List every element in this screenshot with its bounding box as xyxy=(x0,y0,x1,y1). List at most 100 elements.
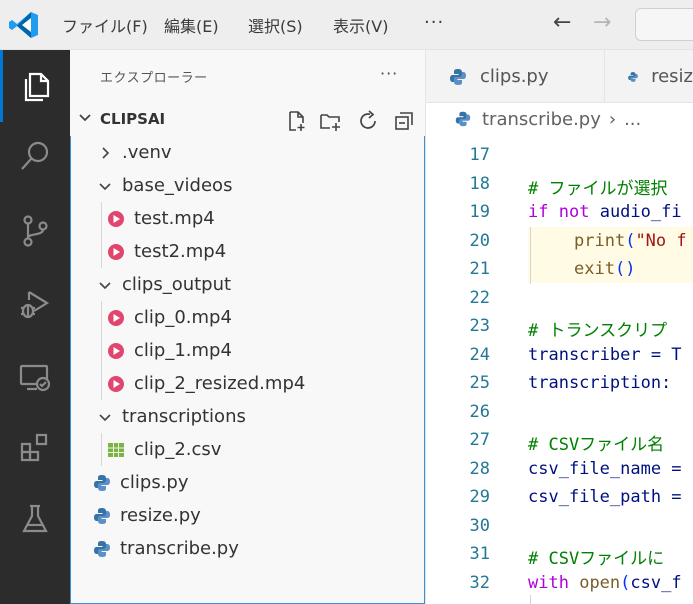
chevron-down-icon xyxy=(99,413,111,421)
activity-explorer[interactable] xyxy=(0,50,70,122)
editor-tabs: clips.py resiz xyxy=(426,50,693,103)
tab-resize-py[interactable]: resiz xyxy=(604,50,693,103)
tree-file-clip-0-mp4[interactable]: clip_0.mp4 xyxy=(70,301,426,334)
tree-file-clip-2-csv[interactable]: clip_2.csv xyxy=(70,433,426,466)
tree-file-clip-2-resized-mp4[interactable]: clip_2_resized.mp4 xyxy=(70,367,426,400)
video-file-icon xyxy=(108,243,124,260)
breadcrumb-file[interactable]: transcribe.py xyxy=(482,109,601,130)
line-number: 22 xyxy=(469,288,490,308)
activity-run-debug[interactable] xyxy=(0,268,70,340)
code-line-28: csv_file_name = xyxy=(528,459,682,479)
tree-file-clips-py[interactable]: clips.py xyxy=(70,466,426,499)
line-number: 24 xyxy=(469,345,490,365)
python-file-icon xyxy=(94,507,110,524)
menu-file[interactable]: ファイル(F) xyxy=(62,0,148,50)
activity-bar xyxy=(0,50,70,604)
code-line-27: # CSVファイル名 xyxy=(528,435,665,455)
tree-folder-base-videos[interactable]: base_videos xyxy=(70,169,426,202)
chevron-right-icon xyxy=(102,146,110,159)
tree-file-resize-py[interactable]: resize.py xyxy=(70,499,426,532)
line-number: 28 xyxy=(469,459,490,479)
python-file-icon xyxy=(94,540,110,557)
sidebar-more-button[interactable]: ··· xyxy=(380,64,398,83)
explorer-sidebar: エクスプローラー ··· CLIPSAI .venv base_videos t… xyxy=(70,50,426,604)
title-bar: ファイル(F) 編集(E) 選択(S) 表示(V) ··· ← → xyxy=(0,0,693,50)
line-number: 21 xyxy=(469,259,490,279)
breadcrumb: transcribe.py › ... xyxy=(426,103,693,135)
line-number: 25 xyxy=(469,373,490,393)
extensions-icon xyxy=(20,433,48,462)
video-file-icon xyxy=(108,342,124,359)
tab-clips-py[interactable]: clips.py xyxy=(426,50,604,103)
line-number: 20 xyxy=(469,231,490,251)
collapse-all-icon[interactable] xyxy=(392,109,416,133)
code-editor[interactable]: 17 18 19 20 21 22 23 24 25 26 27 28 29 3… xyxy=(426,135,693,604)
chevron-down-icon xyxy=(99,281,111,289)
line-number: 30 xyxy=(469,516,490,536)
python-file-icon xyxy=(455,111,471,127)
line-number: 17 xyxy=(469,145,490,165)
code-line-32: with open(csv_f xyxy=(528,573,682,593)
line-number: 26 xyxy=(469,402,490,422)
tree-file-transcribe-py[interactable]: transcribe.py xyxy=(70,532,426,565)
file-tree: .venv base_videos test.mp4 test2.mp4 cli… xyxy=(70,136,426,604)
video-file-icon xyxy=(108,210,124,227)
code-line-18: # ファイルが選択 xyxy=(528,179,668,199)
chevron-down-icon xyxy=(79,114,91,122)
code-line-24: transcriber = T xyxy=(528,345,682,365)
breadcrumb-symbols[interactable]: ... xyxy=(624,109,641,130)
line-number: 32 xyxy=(469,573,490,593)
tree-folder-venv[interactable]: .venv xyxy=(70,136,426,169)
testing-flask-icon xyxy=(22,504,48,533)
sidebar-title: エクスプローラー xyxy=(100,71,208,86)
menu-selection[interactable]: 選択(S) xyxy=(248,0,303,50)
line-number: 19 xyxy=(469,202,490,222)
activity-source-control[interactable] xyxy=(0,195,70,267)
code-line-20: print("No f xyxy=(574,231,687,251)
tree-file-test-mp4[interactable]: test.mp4 xyxy=(70,202,426,235)
search-icon xyxy=(21,141,49,170)
vscode-logo-icon xyxy=(9,12,38,38)
code-line-19: if not audio_fi xyxy=(528,202,682,222)
tree-file-test2-mp4[interactable]: test2.mp4 xyxy=(70,235,426,268)
activity-search[interactable] xyxy=(0,120,70,192)
code-line-21: exit() xyxy=(574,259,636,279)
indent-guide xyxy=(530,595,531,604)
csv-file-icon xyxy=(108,442,124,457)
files-icon xyxy=(24,72,49,102)
code-line-29: csv_file_path = xyxy=(528,487,682,507)
source-control-icon xyxy=(23,215,48,247)
code-line-23: # トランスクリプ xyxy=(528,321,668,341)
activity-remote-explorer[interactable] xyxy=(0,340,70,412)
tree-file-clip-1-mp4[interactable]: clip_1.mp4 xyxy=(70,334,426,367)
code-line-25: transcription: xyxy=(528,373,682,393)
video-file-icon xyxy=(108,375,124,392)
indent-guide xyxy=(530,227,531,284)
nav-back-button[interactable]: ← xyxy=(553,10,571,35)
chevron-down-icon xyxy=(99,182,111,190)
remote-explorer-icon xyxy=(19,364,51,392)
project-name: CLIPSAI xyxy=(100,110,166,128)
menu-more-button[interactable]: ··· xyxy=(424,12,444,33)
command-center-search[interactable] xyxy=(635,8,693,41)
new-file-icon[interactable] xyxy=(284,109,308,133)
new-folder-icon[interactable] xyxy=(318,109,342,133)
line-number: 18 xyxy=(469,174,490,194)
refresh-icon[interactable] xyxy=(356,109,380,133)
activity-testing[interactable] xyxy=(0,483,70,555)
tree-folder-clips-output[interactable]: clips_output xyxy=(70,268,426,301)
line-number: 29 xyxy=(469,487,490,507)
nav-forward-button[interactable]: → xyxy=(593,10,611,35)
breadcrumb-separator: › xyxy=(608,108,617,130)
menu-edit[interactable]: 編集(E) xyxy=(164,0,219,50)
menu-view[interactable]: 表示(V) xyxy=(333,0,388,50)
python-file-icon xyxy=(94,474,110,491)
python-file-icon xyxy=(450,68,466,85)
video-file-icon xyxy=(108,309,124,326)
tree-folder-transcriptions[interactable]: transcriptions xyxy=(70,400,426,433)
activity-extensions[interactable] xyxy=(0,412,70,484)
python-file-icon xyxy=(628,71,638,82)
code-line-31: # CSVファイルに xyxy=(528,549,665,569)
project-section-header[interactable]: CLIPSAI xyxy=(70,105,426,133)
run-debug-icon xyxy=(21,291,50,319)
